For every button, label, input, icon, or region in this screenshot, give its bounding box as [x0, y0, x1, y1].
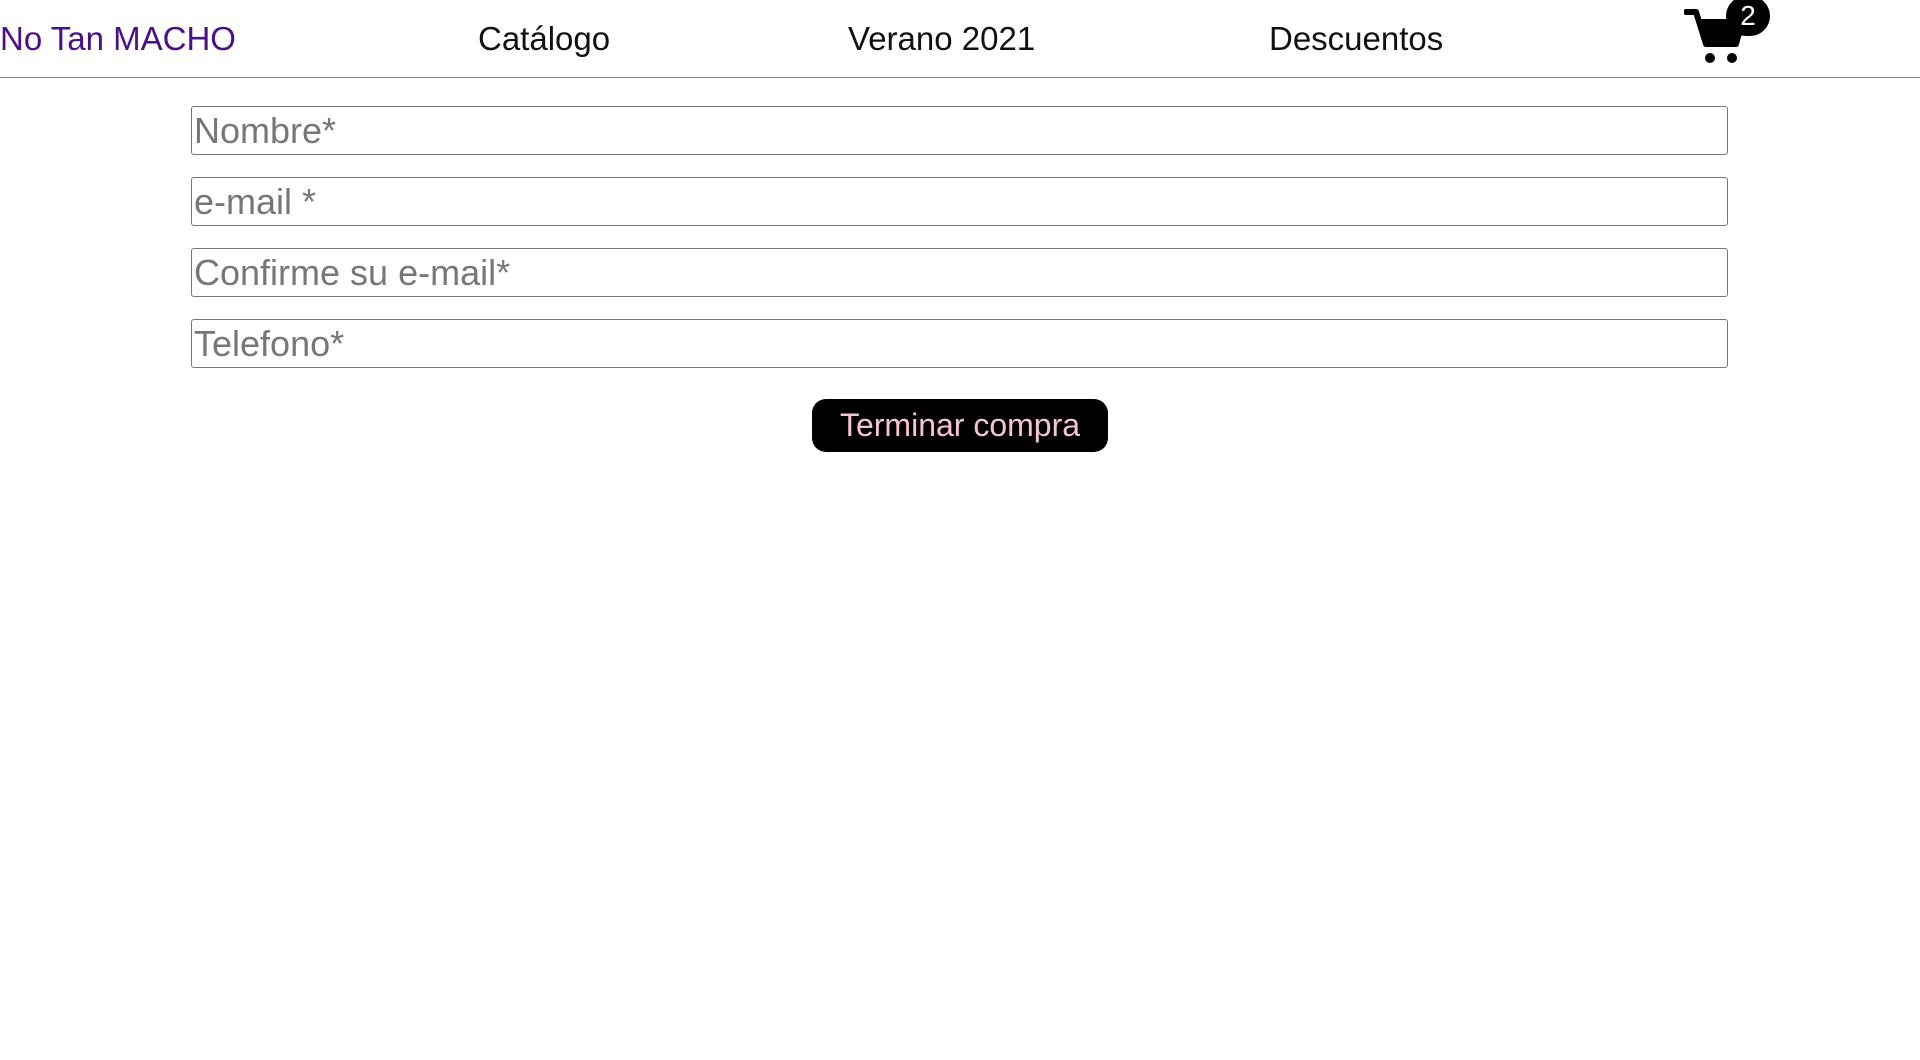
nav-link-descuentos[interactable]: Descuentos [1269, 20, 1443, 58]
telefono-input[interactable] [191, 319, 1728, 368]
nav-link-verano-2021[interactable]: Verano 2021 [848, 20, 1035, 58]
email-input[interactable] [191, 177, 1728, 226]
cart-count-badge: 2 [1726, 0, 1770, 36]
checkout-form [191, 106, 1728, 390]
nav-link-catalogo[interactable]: Catálogo [478, 20, 610, 58]
top-navbar: No Tan MACHO Catálogo Verano 2021 Descue… [0, 0, 1920, 78]
terminar-compra-button[interactable]: Terminar compra [812, 399, 1108, 452]
cart-button[interactable]: 2 [1684, 0, 1770, 66]
confirm-email-input[interactable] [191, 248, 1728, 297]
nombre-input[interactable] [191, 106, 1728, 155]
brand-logo-link[interactable]: No Tan MACHO [0, 20, 236, 58]
